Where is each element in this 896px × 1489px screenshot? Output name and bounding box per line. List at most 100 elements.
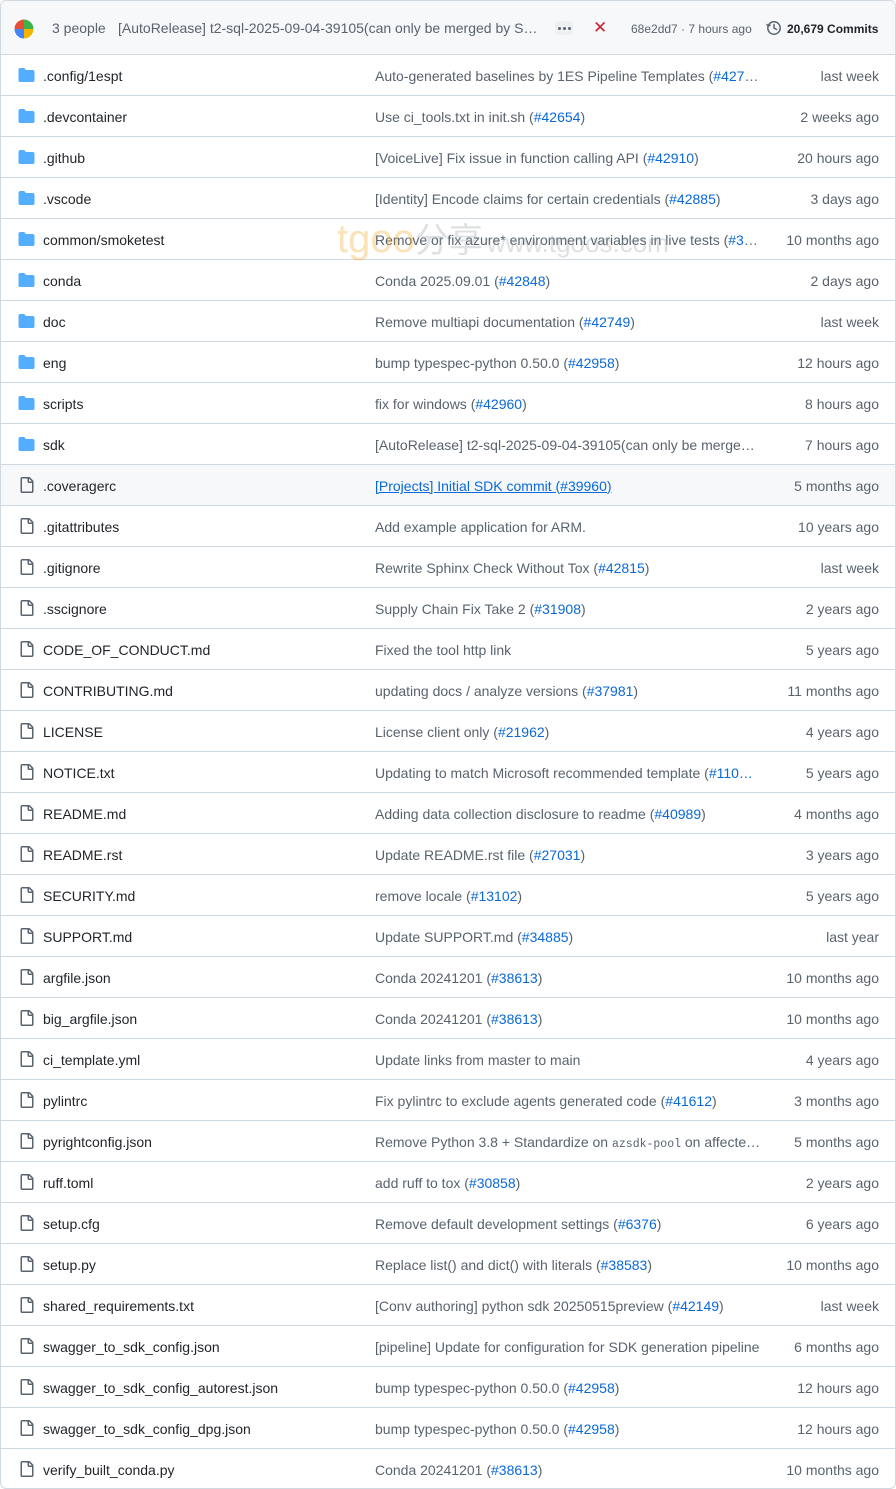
commit-message-link[interactable]: Remove or fix azure* environment variabl… bbox=[375, 232, 761, 248]
table-row[interactable]: swagger_to_sdk_config.json [pipeline] Upd… bbox=[1, 1326, 895, 1367]
commit-time[interactable]: 12 hours ago bbox=[797, 355, 879, 371]
file-name-link[interactable]: sdk bbox=[43, 437, 65, 453]
file-name-link[interactable]: shared_requirements.txt bbox=[43, 1298, 194, 1314]
pull-request-link[interactable]: #39960 bbox=[560, 478, 607, 494]
table-row[interactable]: NOTICE.txt Updating to match Microsoft re… bbox=[1, 752, 895, 793]
file-name-link[interactable]: NOTICE.txt bbox=[43, 765, 115, 781]
table-row[interactable]: big_argfile.json Conda 20241201 (#38613) 1… bbox=[1, 998, 895, 1039]
pull-request-link[interactable]: #42958 bbox=[568, 1380, 615, 1396]
pull-request-link[interactable]: #42796 bbox=[713, 68, 760, 84]
commit-time[interactable]: 4 years ago bbox=[806, 724, 879, 740]
table-row[interactable]: argfile.json Conda 20241201 (#38613) 10 mo… bbox=[1, 957, 895, 998]
pull-request-link[interactable]: #40989 bbox=[654, 806, 701, 822]
table-row[interactable]: common/smoketest Remove or fix azure* env… bbox=[1, 219, 895, 260]
commit-time[interactable]: last week bbox=[821, 314, 879, 330]
pull-request-link[interactable]: #21962 bbox=[498, 724, 545, 740]
commit-message-link[interactable]: Replace list() and dict() with literals … bbox=[375, 1257, 761, 1273]
commit-message-link[interactable]: remove locale (#13102) bbox=[375, 888, 761, 904]
pull-request-link[interactable]: #110… bbox=[709, 765, 753, 781]
commit-message-link[interactable]: Fixed the tool http link bbox=[375, 642, 761, 658]
commit-message-link[interactable]: Updating to match Microsoft recommended … bbox=[375, 765, 761, 781]
commit-time[interactable]: last week bbox=[821, 68, 879, 84]
file-name-link[interactable]: CONTRIBUTING.md bbox=[43, 683, 173, 699]
table-row[interactable]: .github [VoiceLive] Fix issue in function… bbox=[1, 137, 895, 178]
history-icon[interactable] bbox=[766, 20, 782, 36]
table-row[interactable]: .config/1espt Auto-generated baselines by… bbox=[1, 55, 895, 96]
commit-message-link[interactable]: Update README.rst file (#27031) bbox=[375, 847, 761, 863]
file-name-link[interactable]: .coveragerc bbox=[43, 478, 116, 494]
table-row[interactable]: .gitattributes Add example application fo… bbox=[1, 506, 895, 547]
pull-request-link[interactable]: #41612 bbox=[665, 1093, 712, 1109]
table-row[interactable]: setup.py Replace list() and dict() with l… bbox=[1, 1244, 895, 1285]
commit-time[interactable]: 11 months ago bbox=[787, 683, 879, 699]
file-name-link[interactable]: ci_template.yml bbox=[43, 1052, 140, 1068]
commit-message-link[interactable]: Conda 2025.09.01 (#42848) bbox=[375, 273, 761, 289]
commit-time[interactable]: 6 months ago bbox=[794, 1339, 879, 1355]
file-name-link[interactable]: README.md bbox=[43, 806, 126, 822]
file-name-link[interactable]: scripts bbox=[43, 396, 83, 412]
commit-message-link[interactable]: Remove Python 3.8 + Standardize on azsdk… bbox=[375, 1134, 761, 1151]
table-row[interactable]: scripts fix for windows (#42960) 8 hours a… bbox=[1, 383, 895, 424]
commits-count-link[interactable]: 20,679 Commits bbox=[787, 22, 878, 36]
pull-request-link[interactable]: #38613 bbox=[491, 1462, 538, 1478]
pull-request-link[interactable]: #37981 bbox=[587, 683, 634, 699]
table-row[interactable]: ci_template.yml Update links from master … bbox=[1, 1039, 895, 1080]
file-name-link[interactable]: swagger_to_sdk_config_autorest.json bbox=[43, 1380, 278, 1396]
commit-time[interactable]: 8 hours ago bbox=[805, 396, 879, 412]
commit-time[interactable]: 10 months ago bbox=[786, 1011, 879, 1027]
table-row[interactable]: setup.cfg Remove default development sett… bbox=[1, 1203, 895, 1244]
commit-time[interactable]: 6 years ago bbox=[806, 1216, 879, 1232]
file-name-link[interactable]: big_argfile.json bbox=[43, 1011, 137, 1027]
file-name-link[interactable]: .gitignore bbox=[43, 560, 101, 576]
pull-request-link[interactable]: #42960 bbox=[475, 396, 522, 412]
file-name-link[interactable]: .config/1espt bbox=[43, 68, 122, 84]
commit-message-link[interactable]: [AutoRelease] t2-sql-2025-09-04-39105(ca… bbox=[375, 437, 761, 453]
table-row[interactable]: .coveragerc [Projects] Initial SDK commit… bbox=[1, 465, 895, 506]
pull-request-link[interactable]: #30858 bbox=[469, 1175, 516, 1191]
pull-request-link[interactable]: #42749 bbox=[584, 314, 631, 330]
table-row[interactable]: CODE_OF_CONDUCT.md Fixed the tool http li… bbox=[1, 629, 895, 670]
file-name-link[interactable]: swagger_to_sdk_config_dpg.json bbox=[43, 1421, 251, 1437]
commit-message-link[interactable]: Fix pylintrc to exclude agents generated… bbox=[375, 1093, 761, 1109]
table-row[interactable]: .gitignore Rewrite Sphinx Check Without T… bbox=[1, 547, 895, 588]
commit-message-link[interactable]: License client only (#21962) bbox=[375, 724, 761, 740]
table-row[interactable]: .vscode [Identity] Encode claims for cert… bbox=[1, 178, 895, 219]
commit-message-link[interactable]: Conda 20241201 (#38613) bbox=[375, 1011, 761, 1027]
file-name-link[interactable]: .vscode bbox=[43, 191, 91, 207]
table-row[interactable]: verify_built_conda.py Conda 20241201 (#38… bbox=[1, 1449, 895, 1488]
file-name-link[interactable]: SUPPORT.md bbox=[43, 929, 132, 945]
commit-message-link[interactable]: [VoiceLive] Fix issue in function callin… bbox=[375, 150, 761, 166]
commit-message-link[interactable]: Conda 20241201 (#38613) bbox=[375, 970, 761, 986]
commit-time[interactable]: 10 months ago bbox=[786, 1462, 879, 1478]
commit-time[interactable]: 3 days ago bbox=[811, 191, 880, 207]
table-row[interactable]: conda Conda 2025.09.01 (#42848) 2 days ago bbox=[1, 260, 895, 301]
commit-message-link[interactable]: add ruff to tox (#30858) bbox=[375, 1175, 761, 1191]
commit-message-link[interactable]: Remove multiapi documentation (#42749) bbox=[375, 314, 761, 330]
commit-time[interactable]: last week bbox=[821, 1298, 879, 1314]
file-name-link[interactable]: pyrightconfig.json bbox=[43, 1134, 152, 1150]
commit-time[interactable]: 12 hours ago bbox=[797, 1421, 879, 1437]
commit-message-link[interactable]: [Conv authoring] python sdk 20250515prev… bbox=[375, 1298, 761, 1314]
commit-time[interactable]: 10 years ago bbox=[798, 519, 879, 535]
commit-message-link[interactable]: bump typespec-python 0.50.0 (#42958) bbox=[375, 355, 761, 371]
file-name-link[interactable]: .devcontainer bbox=[43, 109, 127, 125]
commit-time[interactable]: 5 years ago bbox=[806, 642, 879, 658]
file-name-link[interactable]: conda bbox=[43, 273, 81, 289]
file-name-link[interactable]: pylintrc bbox=[43, 1093, 87, 1109]
pull-request-link[interactable]: #13102 bbox=[471, 888, 518, 904]
file-name-link[interactable]: verify_built_conda.py bbox=[43, 1462, 175, 1478]
commit-message-link[interactable]: fix for windows (#42960) bbox=[375, 396, 761, 412]
commit-time[interactable]: 2 weeks ago bbox=[800, 109, 879, 125]
table-row[interactable]: sdk [AutoRelease] t2-sql-2025-09-04-39105… bbox=[1, 424, 895, 465]
x-icon[interactable]: ✕ bbox=[593, 18, 607, 38]
file-name-link[interactable]: eng bbox=[43, 355, 66, 371]
pull-request-link[interactable]: #42149 bbox=[672, 1298, 719, 1314]
file-name-link[interactable]: common/smoketest bbox=[43, 232, 164, 248]
commit-time[interactable]: last year bbox=[826, 929, 879, 945]
file-name-link[interactable]: .sscignore bbox=[43, 601, 107, 617]
commit-time[interactable]: 20 hours ago bbox=[797, 150, 879, 166]
table-row[interactable]: .sscignore Supply Chain Fix Take 2 (#3190… bbox=[1, 588, 895, 629]
table-row[interactable]: pyrightconfig.json Remove Python 3.8 + St… bbox=[1, 1121, 895, 1162]
commit-time[interactable]: 3 years ago bbox=[806, 847, 879, 863]
file-name-link[interactable]: doc bbox=[43, 314, 66, 330]
